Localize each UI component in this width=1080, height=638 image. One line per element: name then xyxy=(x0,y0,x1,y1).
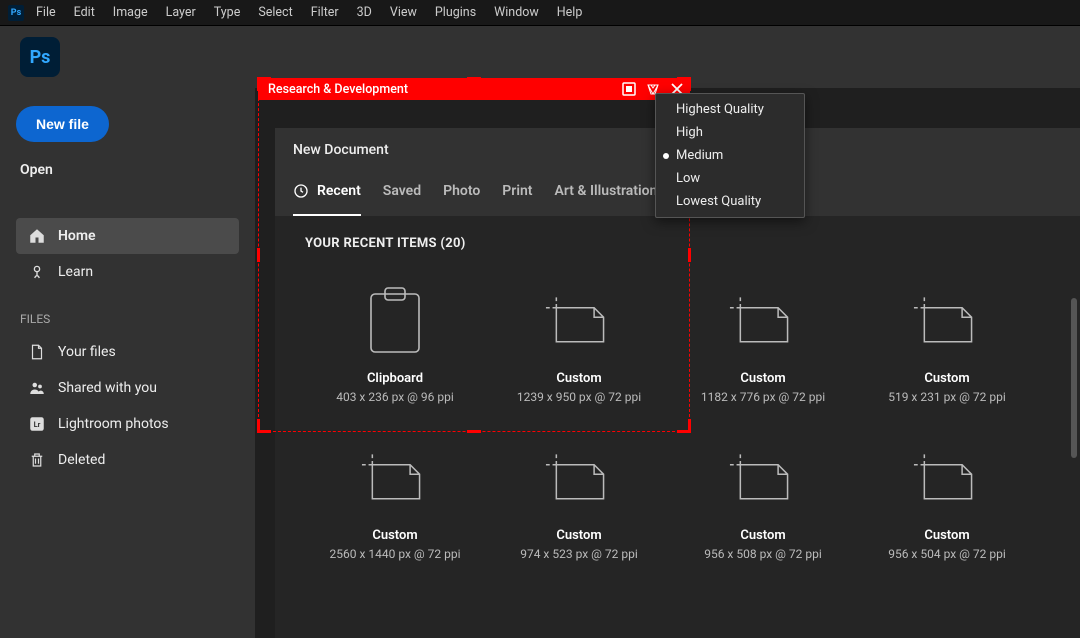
quality-option-medium[interactable]: Medium xyxy=(656,144,804,167)
menu-help[interactable]: Help xyxy=(551,2,589,23)
tab-recent[interactable]: Recent xyxy=(293,168,361,216)
preset-thumb[interactable]: Custom 956 x 504 px @ 72 ppi xyxy=(857,426,1037,577)
sidebar-item-lightroom-photos[interactable]: Lr Lightroom photos xyxy=(16,406,239,442)
sidebar-item-label: Lightroom photos xyxy=(58,416,169,432)
document-icon xyxy=(545,285,613,357)
record-overlay-bar[interactable]: Research & Development xyxy=(258,78,690,100)
preset-spec: 1239 x 950 px @ 72 ppi xyxy=(517,390,641,404)
menu-edit[interactable]: Edit xyxy=(68,2,101,23)
quality-dropdown[interactable]: Highest Quality High Medium Low Lowest Quali… xyxy=(655,93,805,218)
shared-icon xyxy=(28,379,46,397)
menu-view[interactable]: View xyxy=(384,2,423,23)
menu-filter[interactable]: Filter xyxy=(305,2,345,23)
menu-file[interactable]: File xyxy=(30,2,62,23)
stop-icon[interactable] xyxy=(622,82,636,96)
preset-name: Custom xyxy=(556,528,601,543)
quality-option-lowest-quality[interactable]: Lowest Quality xyxy=(656,190,804,213)
lr-icon: Lr xyxy=(28,415,46,433)
sidebar-item-label: Learn xyxy=(58,264,93,280)
ps-logo-icon[interactable]: Ps xyxy=(20,37,60,77)
preset-name: Clipboard xyxy=(367,371,423,386)
tab-print[interactable]: Print xyxy=(502,168,532,216)
preset-thumb[interactable]: Custom 974 x 523 px @ 72 ppi xyxy=(489,426,669,577)
document-icon xyxy=(729,285,797,357)
quality-option-label: Highest Quality xyxy=(676,102,764,117)
app-badge-icon[interactable]: Ps xyxy=(8,5,24,21)
document-icon xyxy=(361,442,429,514)
document-icon xyxy=(729,442,797,514)
menu-window[interactable]: Window xyxy=(488,2,545,23)
sidebar-item-your-files[interactable]: Your files xyxy=(16,334,239,370)
trash-icon xyxy=(28,451,46,469)
open-button[interactable]: Open xyxy=(16,162,239,178)
file-icon xyxy=(28,343,46,361)
record-overlay-title: Research & Development xyxy=(268,82,408,97)
preset-name: Custom xyxy=(740,371,785,386)
tab-saved[interactable]: Saved xyxy=(383,168,421,216)
sidebar-item-shared-with-you[interactable]: Shared with you xyxy=(16,370,239,406)
svg-text:Lr: Lr xyxy=(34,420,41,429)
quality-option-high[interactable]: High xyxy=(656,121,804,144)
menubar: Ps File Edit Image Layer TypeSelect Filter 3D V… xyxy=(0,0,1080,26)
preset-spec: 956 x 508 px @ 72 ppi xyxy=(704,547,822,561)
clipboard-icon xyxy=(361,285,429,357)
preset-thumb[interactable]: Clipboard 403 x 236 px @ 96 ppi xyxy=(305,269,485,420)
preset-thumb[interactable]: Custom 1239 x 950 px @ 72 ppi xyxy=(489,269,669,420)
learn-icon xyxy=(28,263,46,281)
preset-spec: 2560 x 1440 px @ 72 ppi xyxy=(329,547,460,561)
preset-name: Custom xyxy=(924,371,969,386)
document-icon xyxy=(913,442,981,514)
preset-name: Custom xyxy=(556,371,601,386)
preset-spec: 519 x 231 px @ 72 ppi xyxy=(888,390,1006,404)
preset-thumb[interactable]: Custom 1182 x 776 px @ 72 ppi xyxy=(673,269,853,420)
menu-select[interactable]: Select xyxy=(252,2,298,23)
sidebar-item-label: Deleted xyxy=(58,452,105,468)
preset-spec: 956 x 504 px @ 72 ppi xyxy=(888,547,1006,561)
quality-option-label: Low xyxy=(676,171,700,186)
preset-thumb[interactable]: Custom 956 x 508 px @ 72 ppi xyxy=(673,426,853,577)
preset-thumb[interactable]: Custom 2560 x 1440 px @ 72 ppi xyxy=(305,426,485,577)
menu-plugins[interactable]: Plugins xyxy=(429,2,482,23)
preset-spec: 1182 x 776 px @ 72 ppi xyxy=(701,390,825,404)
recent-items-grid: Clipboard 403 x 236 px @ 96 ppi Custom 1239… xyxy=(305,269,1050,577)
document-icon xyxy=(913,285,981,357)
home-icon xyxy=(28,227,46,245)
preset-name: Custom xyxy=(924,528,969,543)
preset-spec: 403 x 236 px @ 96 ppi xyxy=(336,390,454,404)
home-sidebar: New file Open Home Learn FILES Your files… xyxy=(0,88,255,638)
sidebar-item-home[interactable]: Home xyxy=(16,218,239,254)
menu-3d[interactable]: 3D xyxy=(351,2,378,23)
quality-option-label: High xyxy=(676,125,703,140)
sidebar-item-label: Your files xyxy=(58,344,116,360)
sidebar-item-label: Home xyxy=(58,228,96,244)
tab-art-illustration[interactable]: Art & Illustration xyxy=(554,168,657,216)
menu-type[interactable]: Type xyxy=(208,2,247,23)
menu-image[interactable]: Image xyxy=(107,2,154,23)
quality-option-label: Lowest Quality xyxy=(676,194,761,209)
quality-option-label: Medium xyxy=(676,148,723,163)
selected-dot-icon xyxy=(663,153,669,159)
sidebar-item-learn[interactable]: Learn xyxy=(16,254,239,290)
sidebar-item-deleted[interactable]: Deleted xyxy=(16,442,239,478)
preset-name: Custom xyxy=(372,528,417,543)
preset-name: Custom xyxy=(740,528,785,543)
preset-spec: 974 x 523 px @ 72 ppi xyxy=(520,547,638,561)
recent-heading: YOUR RECENT ITEMS (20) xyxy=(305,236,1050,251)
scrollbar-thumb[interactable] xyxy=(1071,298,1077,458)
preset-thumb[interactable]: Custom 519 x 231 px @ 72 ppi xyxy=(857,269,1037,420)
quality-option-low[interactable]: Low xyxy=(656,167,804,190)
new-file-button[interactable]: New file xyxy=(16,106,109,142)
tab-photo[interactable]: Photo xyxy=(443,168,480,216)
menu-layer[interactable]: Layer xyxy=(160,2,202,23)
sidebar-item-label: Shared with you xyxy=(58,380,157,396)
quality-option-highest-quality[interactable]: Highest Quality xyxy=(656,98,804,121)
document-icon xyxy=(545,442,613,514)
files-heading: FILES xyxy=(16,312,239,326)
clock-icon xyxy=(293,183,309,199)
